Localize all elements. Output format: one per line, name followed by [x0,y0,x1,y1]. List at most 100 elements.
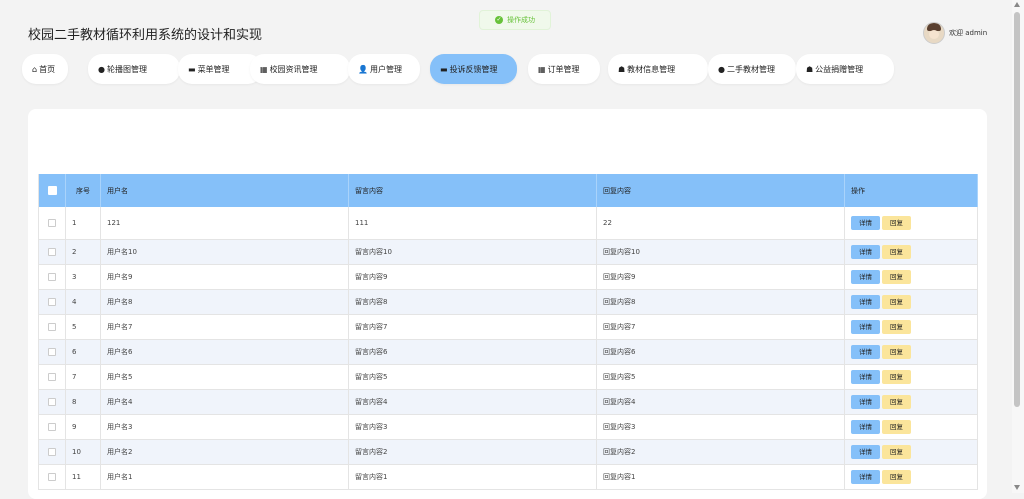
cell-actions: 详情 回复 [844,239,978,265]
cell-content: 111 [348,207,597,240]
tab-4[interactable]: 👤 用户管理 [348,54,420,84]
tab-7[interactable]: ☗ 教材信息管理 [608,54,708,84]
cell-username: 用户名9 [100,264,349,290]
user-menu[interactable]: 欢迎 admin [923,22,987,44]
tab-label: 投诉反馈管理 [449,64,498,74]
row-checkbox[interactable] [48,248,56,256]
reply-button[interactable]: 回复 [882,370,911,384]
app-title: 校园二手教材循环利用系统的设计和实现 [28,28,263,43]
detail-button[interactable]: 详情 [851,345,880,359]
detail-button[interactable]: 详情 [851,270,880,284]
reply-button[interactable]: 回复 [882,470,911,484]
drop-icon: ● [718,64,725,74]
detail-button[interactable]: 详情 [851,370,880,384]
row-checkbox[interactable] [48,348,56,356]
cell-reply: 回复内容8 [596,289,845,315]
user-greeting: 欢迎 admin [949,29,988,37]
row-checkbox[interactable] [48,373,56,381]
row-checkbox[interactable] [48,448,56,456]
row-checkbox[interactable] [48,423,56,431]
cell-content: 留言内容10 [348,239,597,265]
cell-content: 留言内容5 [348,364,597,390]
cell-content: 留言内容1 [348,464,597,490]
header-seq: 序号 [65,174,101,207]
cell-seq: 11 [65,464,101,490]
tab-6[interactable]: ▦ 订单管理 [528,54,600,84]
row-checkbox[interactable] [48,323,56,331]
tab-8[interactable]: ● 二手教材管理 [708,54,796,84]
row-select-cell [38,239,66,265]
row-checkbox[interactable] [48,219,56,227]
menu-icon: ▬ [188,64,196,74]
detail-button[interactable]: 详情 [851,395,880,409]
cell-actions: 详情 回复 [844,314,978,340]
tab-5[interactable]: ▬ 投诉反馈管理 [430,54,517,84]
cell-actions: 详情 回复 [844,207,978,240]
cell-seq: 10 [65,439,101,465]
cell-reply: 回复内容1 [596,464,845,490]
check-circle-icon: ✓ [495,16,503,24]
table-row: 8 用户名4 留言内容4 回复内容4 详情 回复 [38,389,978,415]
row-checkbox[interactable] [48,298,56,306]
cell-username: 用户名1 [100,464,349,490]
reply-button[interactable]: 回复 [882,295,911,309]
cell-username: 用户名5 [100,364,349,390]
header-content: 留言内容 [348,174,597,207]
carousel-icon: ● [98,64,105,74]
reply-button[interactable]: 回复 [882,320,911,334]
detail-button[interactable]: 详情 [851,320,880,334]
row-checkbox[interactable] [48,473,56,481]
reply-button[interactable]: 回复 [882,270,911,284]
table-row: 9 用户名3 留言内容3 回复内容3 详情 回复 [38,414,978,440]
cell-seq: 9 [65,414,101,440]
scrollbar-thumb[interactable] [1014,12,1020,407]
detail-button[interactable]: 详情 [851,295,880,309]
tab-label: 菜单管理 [197,64,230,74]
success-toast: ✓ 操作成功 [479,10,551,30]
row-select-cell [38,414,66,440]
header-reply: 回复内容 [596,174,845,207]
tab-label: 二手教材管理 [726,64,775,74]
detail-button[interactable]: 详情 [851,245,880,259]
reply-button[interactable]: 回复 [882,216,911,230]
cell-reply: 回复内容4 [596,389,845,415]
table-row: 7 用户名5 留言内容5 回复内容5 详情 回复 [38,364,978,390]
row-select-cell [38,264,66,290]
table-row: 6 用户名6 留言内容6 回复内容6 详情 回复 [38,339,978,365]
cell-actions: 详情 回复 [844,364,978,390]
reply-button[interactable]: 回复 [882,395,911,409]
tab-9[interactable]: ☗ 公益捐赠管理 [796,54,894,84]
scroll-down-icon[interactable] [1014,485,1020,490]
cell-reply: 回复内容10 [596,239,845,265]
reply-button[interactable]: 回复 [882,345,911,359]
reply-button[interactable]: 回复 [882,445,911,459]
cell-username: 用户名10 [100,239,349,265]
row-checkbox[interactable] [48,273,56,281]
feedback-table: 序号 用户名 留言内容 回复内容 操作 1 121 111 22 详情 回复 2 用户名10 留… [38,174,978,490]
tab-0[interactable]: ⌂ 首页 [22,54,68,84]
detail-button[interactable]: 详情 [851,420,880,434]
tab-3[interactable]: ▦ 校园资讯管理 [250,54,350,84]
cell-seq: 4 [65,289,101,315]
row-select-cell [38,464,66,490]
table-row: 5 用户名7 留言内容7 回复内容7 详情 回复 [38,314,978,340]
cell-reply: 回复内容5 [596,364,845,390]
row-checkbox[interactable] [48,398,56,406]
select-all-checkbox[interactable] [47,186,57,195]
table-header-row: 序号 用户名 留言内容 回复内容 操作 [38,174,978,207]
reply-button[interactable]: 回复 [882,420,911,434]
detail-button[interactable]: 详情 [851,470,880,484]
order-icon: ▦ [538,64,546,74]
detail-button[interactable]: 详情 [851,216,880,230]
toast-text: 操作成功 [507,16,535,24]
avatar[interactable] [923,22,945,44]
cell-seq: 5 [65,314,101,340]
gift-icon: ☗ [806,64,814,74]
scroll-up-icon[interactable] [1014,2,1020,7]
header-actions: 操作 [844,174,978,207]
header-username: 用户名 [100,174,349,207]
cell-actions: 详情 回复 [844,389,978,415]
reply-button[interactable]: 回复 [882,245,911,259]
tab-1[interactable]: ● 轮播图管理 [88,54,180,84]
detail-button[interactable]: 详情 [851,445,880,459]
